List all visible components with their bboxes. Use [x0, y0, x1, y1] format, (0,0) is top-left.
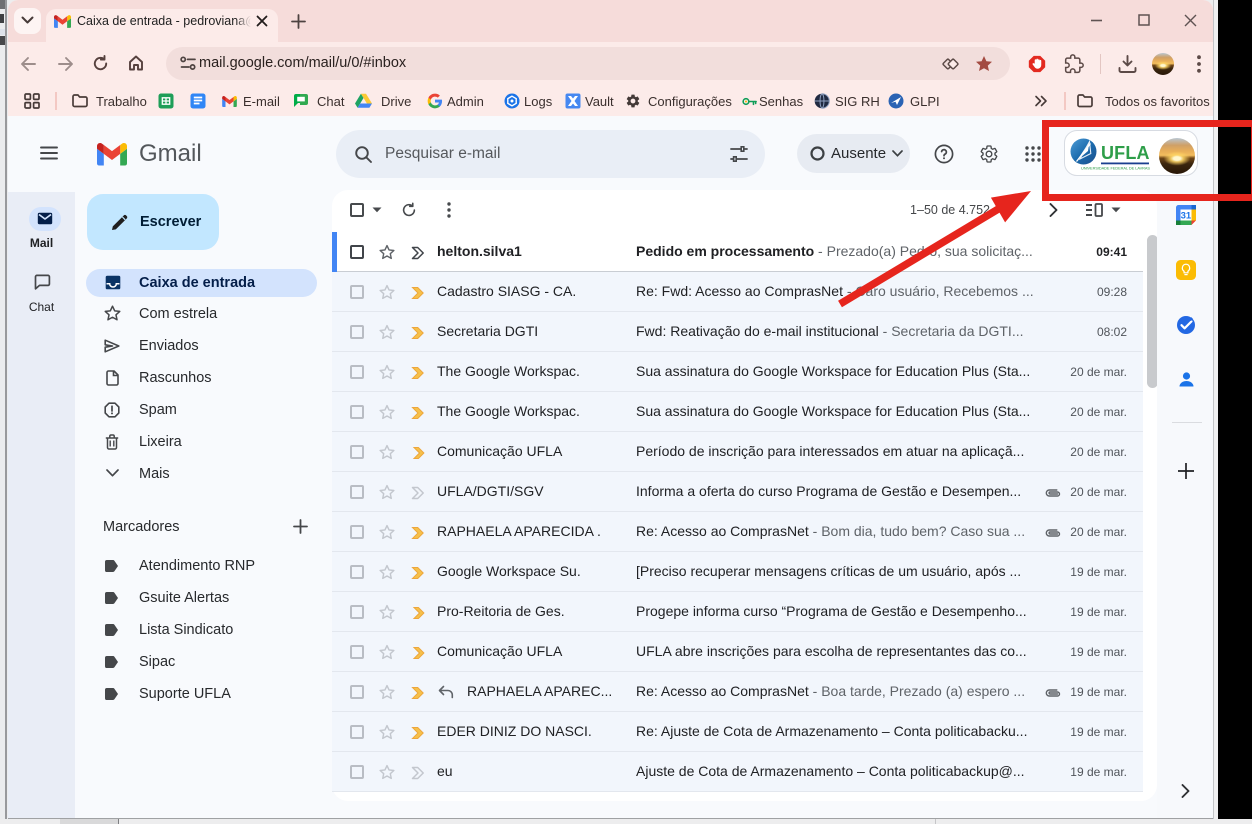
- svg-text:31: 31: [1181, 211, 1192, 222]
